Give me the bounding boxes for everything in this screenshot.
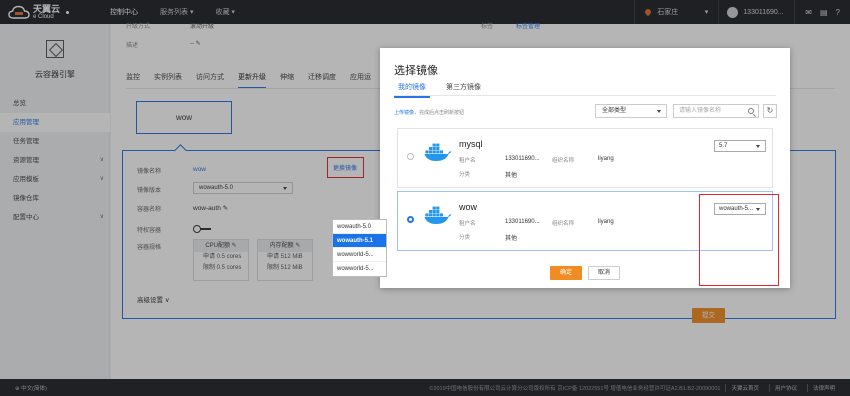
org-label: 组织名称 xyxy=(552,158,575,164)
cancel-button[interactable]: 取消 xyxy=(588,266,620,280)
org-value: liyang xyxy=(598,219,614,225)
image-search-input[interactable]: 请输入镜像名称 xyxy=(673,104,759,118)
version-option[interactable]: wowworld-5... xyxy=(333,248,386,262)
image-radio[interactable] xyxy=(407,153,414,160)
modal-title: 选择镜像 xyxy=(394,65,438,77)
image-type-value: 全部类型 xyxy=(602,108,627,114)
refresh-button[interactable]: ↻ xyxy=(763,104,777,118)
tenant-value: 133011690... xyxy=(505,219,540,225)
image-radio-selected[interactable] xyxy=(407,216,414,223)
version-option[interactable]: wowauth-5.0 xyxy=(333,220,386,234)
image-row-mysql[interactable]: mysql 租户名 133011690... 组织名称 liyang 分类 其他… xyxy=(397,128,773,188)
version-option-selected[interactable]: wowauth-5.1 xyxy=(333,234,386,248)
tenant-label: 租户名 xyxy=(459,221,476,227)
tenant-value: 133011690... xyxy=(505,156,540,162)
category-label: 分类 xyxy=(459,235,471,241)
upload-hint: 上传镜像，完成后点击刷新按钮 xyxy=(394,109,464,116)
version-value: 5.7 xyxy=(719,143,728,149)
upload-hint-text: ，完成后点击刷新按钮 xyxy=(414,110,465,116)
chevron-down-icon xyxy=(756,145,760,148)
search-icon[interactable] xyxy=(748,108,754,114)
version-dropdown-list: wowauth-5.0 wowauth-5.1 wowworld-5... wo… xyxy=(332,219,387,277)
version-select[interactable]: 5.7 xyxy=(714,140,766,152)
dropdown-highlight-box xyxy=(699,194,779,286)
category-value: 其他 xyxy=(505,173,518,179)
docker-icon xyxy=(424,206,452,224)
modal-tab-divider xyxy=(394,95,776,96)
chevron-down-icon xyxy=(657,110,661,113)
docker-icon xyxy=(424,143,452,161)
upload-image-link[interactable]: 上传镜像 xyxy=(394,110,414,116)
org-label: 组织名称 xyxy=(552,221,575,227)
image-name: mysql xyxy=(459,139,483,149)
tenant-label: 租户名 xyxy=(459,158,476,164)
org-value: liyang xyxy=(598,156,614,162)
version-option[interactable]: wowworld-5... xyxy=(333,262,386,276)
image-name: wow xyxy=(459,202,478,212)
search-placeholder: 请输入镜像名称 xyxy=(679,108,722,114)
refresh-icon: ↻ xyxy=(766,106,774,115)
category-label: 分类 xyxy=(459,172,471,178)
image-type-select[interactable]: 全部类型 xyxy=(595,104,667,118)
confirm-button[interactable]: 确定 xyxy=(550,266,582,280)
category-value: 其他 xyxy=(505,236,518,242)
